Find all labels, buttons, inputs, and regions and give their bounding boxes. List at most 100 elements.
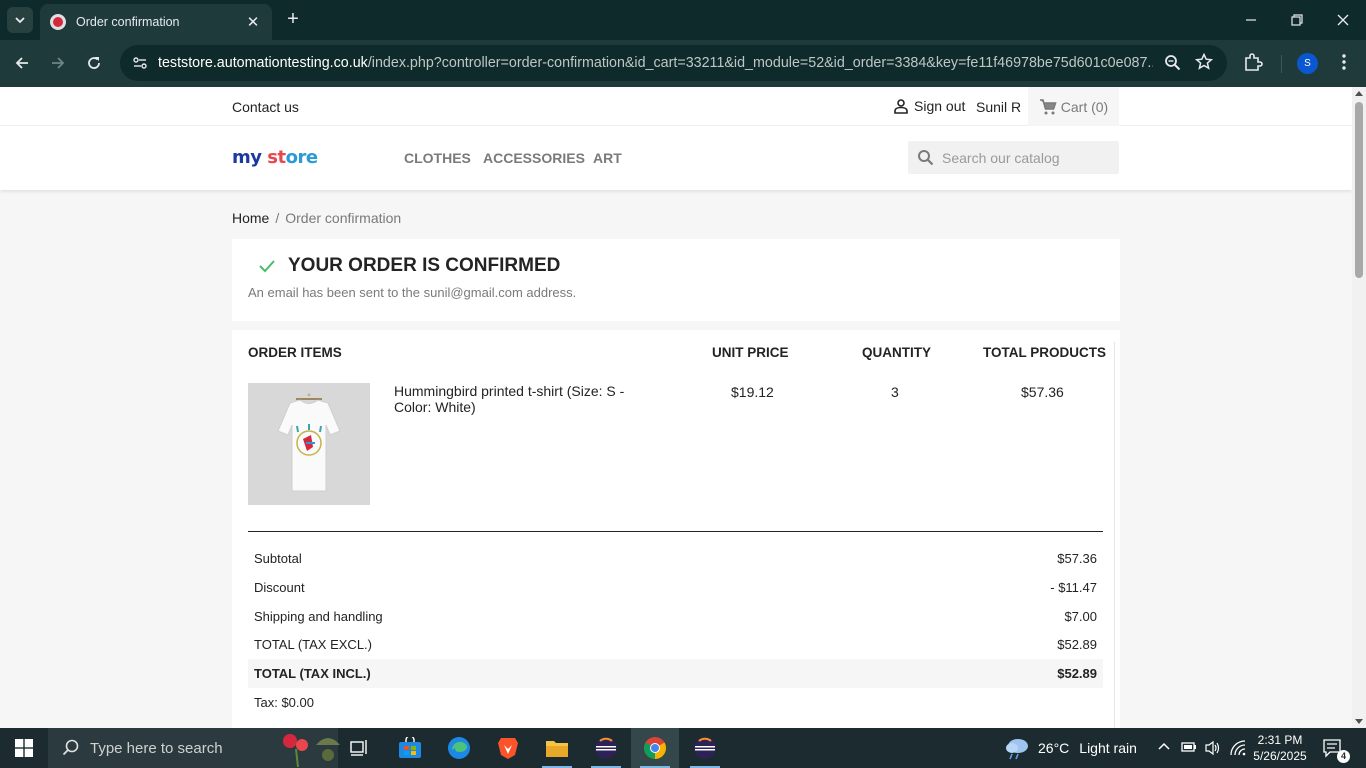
product-image[interactable]	[248, 383, 370, 505]
confirmation-title: YOUR ORDER IS CONFIRMED	[288, 255, 561, 276]
scroll-up-arrow-icon[interactable]	[1355, 91, 1363, 96]
restore-button[interactable]	[1274, 0, 1320, 40]
taskbar-microsoft-store[interactable]	[386, 728, 434, 768]
clock-date: 5/26/2025	[1253, 749, 1307, 763]
taskbar-eclipse-2[interactable]	[681, 728, 729, 768]
search-icon	[62, 739, 79, 756]
header-main-nav: my store CLOTHES ACCESSORIES ART	[0, 126, 1352, 190]
summary-row-discount: Discount - $11.47	[248, 573, 1103, 602]
taskbar-search-placeholder: Type here to search	[90, 739, 223, 757]
taskbar-brave[interactable]	[484, 728, 532, 768]
address-bar[interactable]: teststore.automationtesting.co.uk/index.…	[120, 45, 1227, 81]
summary-value: $7.00	[1064, 609, 1097, 624]
summary-label: TOTAL (TAX EXCL.)	[254, 637, 372, 652]
eclipse-ide-icon	[694, 737, 716, 759]
speaker-icon[interactable]	[1204, 740, 1222, 761]
user-icon	[894, 99, 908, 114]
cart-button[interactable]: Cart (0)	[1028, 87, 1119, 126]
notification-count-badge: 4	[1337, 750, 1350, 763]
chevron-up-icon[interactable]	[1157, 740, 1171, 759]
contact-us-link[interactable]: Contact us	[232, 99, 299, 115]
summary-row-subtotal: Subtotal $57.36	[248, 544, 1103, 573]
task-view-button[interactable]	[336, 728, 384, 768]
shopping-cart-icon	[1039, 98, 1057, 114]
summary-value: $57.36	[1057, 551, 1097, 566]
menu-item-clothes[interactable]: CLOTHES	[404, 150, 471, 166]
folder-icon	[546, 741, 568, 757]
order-confirmed-card: YOUR ORDER IS CONFIRMED An email has bee…	[232, 239, 1120, 321]
battery-icon[interactable]	[1181, 740, 1197, 759]
store-bag-icon	[399, 737, 421, 758]
url-text[interactable]: teststore.automationtesting.co.uk/index.…	[158, 55, 1153, 71]
store-logo[interactable]: my store	[232, 147, 318, 168]
cart-label: Cart (0)	[1060, 98, 1109, 115]
clock-time: 2:31 PM	[1257, 733, 1303, 747]
breadcrumb-home[interactable]: Home	[232, 210, 269, 226]
minimize-button[interactable]	[1228, 0, 1274, 40]
forward-button[interactable]	[45, 50, 71, 76]
taskbar-file-explorer[interactable]	[533, 728, 581, 768]
header-total-products: TOTAL PRODUCTS	[983, 345, 1107, 360]
browser-tab-active[interactable]: Order confirmation ✕	[40, 4, 272, 40]
product-total: $57.36	[1021, 384, 1064, 400]
header-top-bar: Contact us Sign out Sunil R Cart (0)	[0, 87, 1352, 126]
summary-label: Discount	[254, 580, 305, 595]
summary-value: $52.89	[1057, 666, 1097, 681]
search-icon[interactable]	[917, 149, 934, 166]
edge-browser-icon	[448, 737, 470, 759]
search-input[interactable]	[942, 149, 1102, 166]
breadcrumb-current: Order confirmation	[285, 210, 402, 226]
header-quantity: QUANTITY	[862, 345, 931, 360]
page-scrollbar[interactable]	[1352, 87, 1366, 728]
product-name[interactable]: Hummingbird printed t-shirt (Size: S - C…	[394, 383, 644, 415]
header-order-items: ORDER ITEMS	[248, 345, 342, 360]
breadcrumb: Home / Order confirmation	[232, 210, 401, 226]
items-divider	[248, 531, 1103, 532]
taskbar-edge[interactable]	[435, 728, 483, 768]
new-tab-button[interactable]: +	[282, 8, 304, 30]
breadcrumb-separator: /	[275, 210, 280, 226]
scrollbar-thumb[interactable]	[1355, 102, 1363, 278]
zoom-icon[interactable]	[1164, 54, 1181, 76]
site-info-icon[interactable]	[130, 53, 150, 73]
wifi-icon[interactable]	[1229, 740, 1247, 761]
bookmark-star-icon[interactable]	[1194, 52, 1214, 76]
back-button[interactable]	[9, 50, 35, 76]
reload-icon	[88, 57, 100, 69]
scroll-down-arrow-icon[interactable]	[1355, 719, 1363, 724]
tab-close-icon[interactable]: ✕	[244, 13, 262, 31]
toolbar-divider	[1281, 55, 1282, 73]
tab-title: Order confirmation	[76, 15, 180, 29]
tab-search-button[interactable]	[7, 7, 33, 33]
catalog-search[interactable]	[908, 141, 1119, 174]
summary-label: Shipping and handling	[254, 609, 383, 624]
url-path: /index.php?controller=order-confirmation…	[367, 55, 1153, 71]
extensions-puzzle-icon[interactable]	[1243, 52, 1263, 77]
taskbar-chrome[interactable]	[631, 728, 679, 768]
product-quantity: 3	[891, 384, 899, 400]
start-button[interactable]	[0, 728, 48, 768]
product-unit-price: $19.12	[731, 384, 774, 400]
close-window-button[interactable]	[1320, 0, 1366, 40]
weather-widget[interactable]: 26°C Light rain	[1004, 728, 1137, 768]
chrome-browser-icon	[644, 737, 666, 759]
confirmation-email-message: An email has been sent to the sunil@gmai…	[248, 285, 577, 300]
tax-line: Tax: $0.00	[254, 695, 314, 710]
summary-value: $52.89	[1057, 637, 1097, 652]
reload-button[interactable]	[81, 50, 107, 76]
system-clock[interactable]: 2:31 PM 5/26/2025	[1250, 732, 1310, 764]
taskbar-search[interactable]: Type here to search	[48, 728, 340, 768]
summary-label: Subtotal	[254, 551, 302, 566]
summary-row-total-tax-incl: TOTAL (TAX INCL.) $52.89	[248, 659, 1103, 688]
sign-out-link[interactable]: Sign out	[893, 98, 965, 114]
profile-avatar[interactable]: S	[1297, 53, 1318, 74]
menu-item-accessories[interactable]: ACCESSORIES	[483, 150, 585, 166]
sign-out-label: Sign out	[914, 98, 966, 114]
weather-condition: Light rain	[1079, 740, 1137, 756]
minimize-icon	[1246, 19, 1256, 21]
more-menu-icon[interactable]	[1334, 52, 1354, 77]
account-name-link[interactable]: Sunil R	[976, 99, 1021, 115]
menu-item-art[interactable]: ART	[593, 150, 622, 166]
taskbar-eclipse-1[interactable]	[582, 728, 630, 768]
browser-toolbar: teststore.automationtesting.co.uk/index.…	[0, 40, 1366, 87]
